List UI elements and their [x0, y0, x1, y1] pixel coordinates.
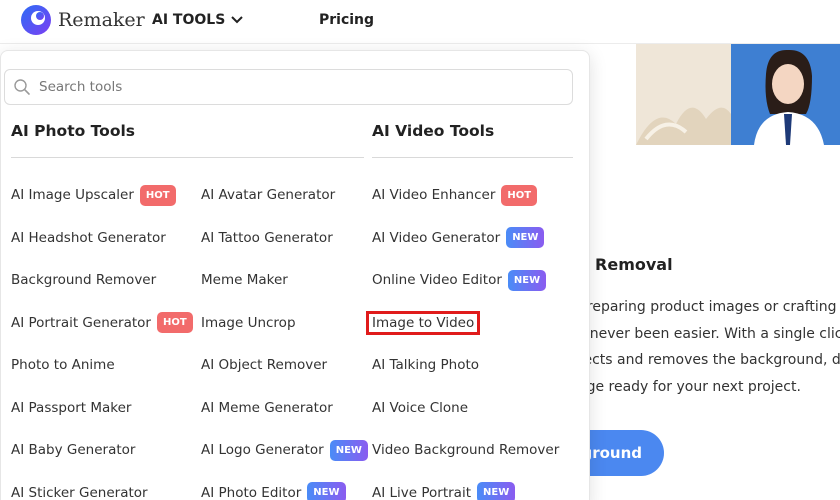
feature-line: tects and removes the background, deli: [578, 352, 840, 368]
tool-label: AI Logo Generator: [201, 442, 324, 459]
tool-item-meme-maker[interactable]: Meme Maker: [201, 259, 368, 302]
tool-label: AI Baby Generator: [11, 442, 136, 459]
photo-tools-column-1: AI Image Upscaler HOT AI Headshot Generato…: [11, 174, 193, 500]
tool-label: AI Portrait Generator: [11, 314, 151, 331]
tool-label: AI Headshot Generator: [11, 229, 166, 246]
tool-label: AI Video Generator: [372, 229, 501, 246]
tool-label: AI Object Remover: [201, 357, 328, 374]
new-badge: NEW: [507, 269, 547, 291]
tool-label: AI Meme Generator: [201, 399, 333, 416]
new-badge: NEW: [477, 482, 516, 500]
remaker-logo-icon[interactable]: [20, 4, 52, 36]
tool-label: Image Uncrop: [201, 314, 296, 331]
search-icon: [14, 79, 30, 95]
search-box[interactable]: [4, 69, 573, 105]
tool-item-ai-talking-photo[interactable]: AI Talking Photo: [372, 344, 559, 387]
tool-label: AI Photo Editor: [201, 484, 302, 500]
ai-tools-dropdown: AI Photo Tools AI Video Tools AI Image U…: [0, 50, 590, 500]
tool-label: Photo to Anime: [11, 357, 115, 374]
tool-label: AI Passport Maker: [11, 399, 132, 416]
top-navbar: Remaker AI TOOLS Pricing: [0, 0, 840, 44]
tool-item-ai-photo-editor[interactable]: AI Photo Editor NEW: [201, 472, 368, 500]
tool-item-ai-live-portrait[interactable]: AI Live Portrait NEW: [372, 472, 559, 500]
new-badge: NEW: [307, 482, 346, 500]
tool-item-ai-voice-clone[interactable]: AI Voice Clone: [372, 387, 559, 430]
feature-line: preparing product images or crafting a: [578, 299, 840, 315]
tool-item-ai-portrait-generator[interactable]: AI Portrait Generator HOT: [11, 302, 193, 345]
tool-label: AI Voice Clone: [372, 399, 469, 416]
tool-item-ai-avatar-generator[interactable]: AI Avatar Generator: [201, 174, 368, 217]
tool-item-background-remover[interactable]: Background Remover: [11, 259, 193, 302]
tool-label: Background Remover: [11, 272, 157, 289]
pricing-link[interactable]: Pricing: [319, 12, 374, 28]
ai-video-tools-heading: AI Video Tools: [372, 122, 495, 140]
chevron-down-icon: [231, 16, 243, 24]
ai-tools-label: AI TOOLS: [152, 12, 226, 28]
tool-item-ai-tattoo-generator[interactable]: AI Tattoo Generator: [201, 217, 368, 260]
search-input[interactable]: [39, 79, 539, 95]
hot-badge: HOT: [501, 184, 538, 206]
ai-tools-menu[interactable]: AI TOOLS: [152, 12, 243, 28]
tool-item-ai-baby-generator[interactable]: AI Baby Generator: [11, 429, 193, 472]
tool-label: AI Live Portrait: [372, 484, 471, 500]
tool-item-ai-image-upscaler[interactable]: AI Image Upscaler HOT: [11, 174, 193, 217]
tool-item-ai-video-generator[interactable]: AI Video Generator NEW: [372, 217, 559, 260]
ai-photo-tools-heading: AI Photo Tools: [11, 122, 136, 140]
hero-image: [636, 44, 840, 145]
tool-item-ai-headshot-generator[interactable]: AI Headshot Generator: [11, 217, 193, 260]
tool-label: AI Talking Photo: [372, 357, 480, 374]
tool-item-video-background-remover[interactable]: Video Background Remover: [372, 429, 559, 472]
tool-label: Online Video Editor: [372, 272, 502, 289]
tool-item-photo-to-anime[interactable]: Photo to Anime: [11, 344, 193, 387]
video-tools-divider: [372, 157, 573, 158]
new-badge: NEW: [506, 227, 545, 249]
brand-name[interactable]: Remaker: [58, 9, 145, 31]
tool-item-image-uncrop[interactable]: Image Uncrop: [201, 302, 368, 345]
tool-item-ai-object-remover[interactable]: AI Object Remover: [201, 344, 368, 387]
tool-item-ai-video-enhancer[interactable]: AI Video Enhancer HOT: [372, 174, 559, 217]
feature-description: preparing product images or crafting a s…: [578, 294, 840, 400]
new-badge: NEW: [329, 439, 368, 461]
tool-label: Image to Video: [366, 310, 481, 335]
tool-item-ai-logo-generator[interactable]: AI Logo Generator NEW: [201, 429, 368, 472]
feature-line: age ready for your next project.: [578, 378, 801, 395]
photo-tools-column-2: AI Avatar Generator AI Tattoo Generator Me…: [201, 174, 368, 500]
feature-title: d Removal: [578, 255, 673, 274]
feature-line: s never been easier. With a single click: [578, 325, 840, 342]
tool-item-ai-passport-maker[interactable]: AI Passport Maker: [11, 387, 193, 430]
tool-item-ai-sticker-generator[interactable]: AI Sticker Generator: [11, 472, 193, 500]
hot-badge: HOT: [139, 184, 176, 206]
photo-tools-divider: [11, 157, 364, 158]
tool-item-ai-meme-generator[interactable]: AI Meme Generator: [201, 387, 368, 430]
tool-item-image-to-video[interactable]: Image to Video: [366, 302, 559, 345]
tool-label: AI Sticker Generator: [11, 484, 148, 500]
tool-item-online-video-editor[interactable]: Online Video Editor NEW: [372, 259, 559, 302]
hot-badge: HOT: [156, 312, 193, 334]
tool-label: AI Tattoo Generator: [201, 229, 333, 246]
video-tools-column: AI Video Enhancer HOT AI Video Generator NE…: [366, 174, 559, 500]
tool-label: Meme Maker: [201, 272, 288, 289]
tool-label: AI Avatar Generator: [201, 187, 336, 204]
tool-label: AI Image Upscaler: [11, 187, 134, 204]
tool-label: AI Video Enhancer: [372, 187, 496, 204]
tool-label: Video Background Remover: [372, 442, 560, 459]
